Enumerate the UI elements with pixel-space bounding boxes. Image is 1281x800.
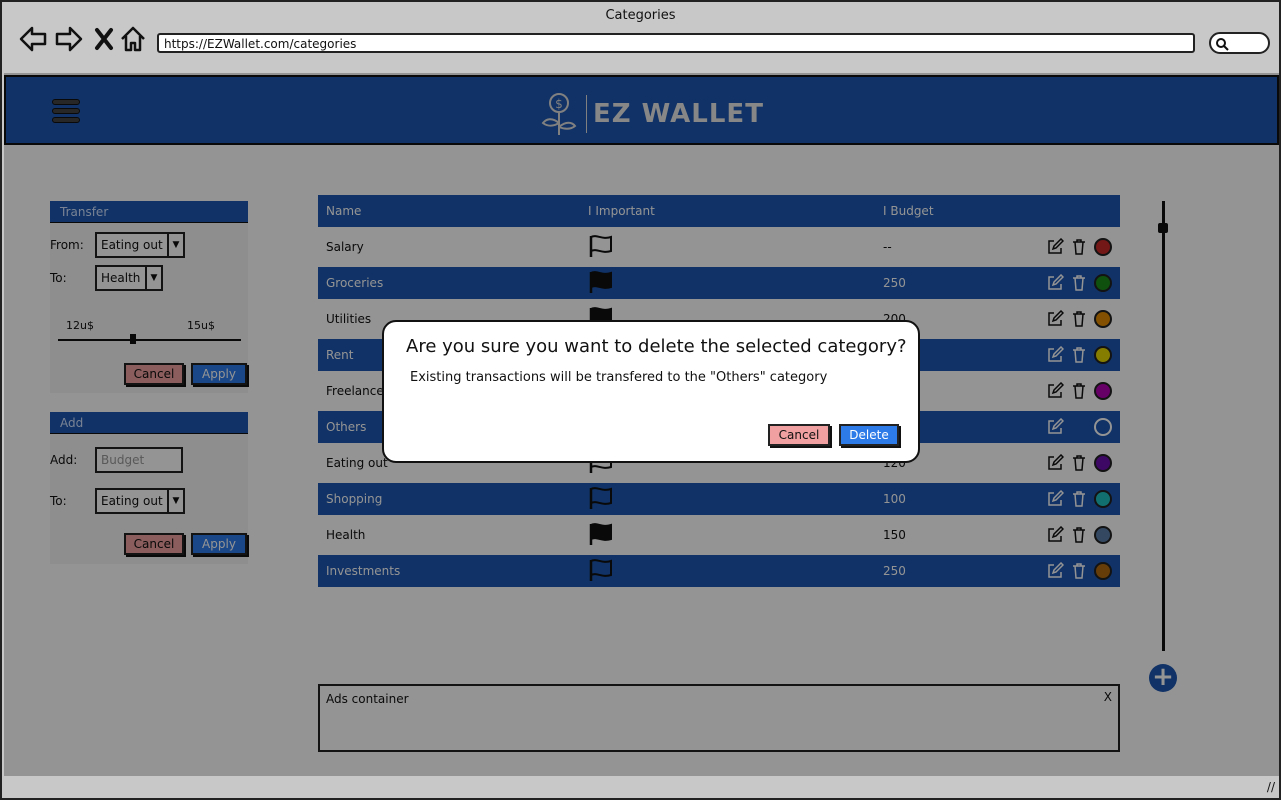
dialog-delete-button[interactable]: Delete <box>839 424 899 446</box>
window-title: Categories <box>605 8 676 23</box>
back-icon[interactable] <box>18 24 48 54</box>
resize-handle-icon[interactable]: // <box>1267 780 1275 794</box>
close-icon[interactable] <box>90 24 120 54</box>
forward-icon[interactable] <box>54 24 84 54</box>
search-icon <box>1216 38 1229 51</box>
browser-window: Categories https://EZWallet.com/categori… <box>0 0 1281 800</box>
browser-search[interactable] <box>1209 32 1270 54</box>
delete-confirm-dialog: Are you sure you want to delete the sele… <box>382 320 920 463</box>
dialog-message: Existing transactions will be transfered… <box>410 370 828 385</box>
url-bar[interactable]: https://EZWallet.com/categories <box>157 33 1195 53</box>
dialog-title: Are you sure you want to delete the sele… <box>406 336 907 357</box>
dialog-cancel-button[interactable]: Cancel <box>768 424 830 446</box>
home-icon[interactable] <box>118 24 148 54</box>
